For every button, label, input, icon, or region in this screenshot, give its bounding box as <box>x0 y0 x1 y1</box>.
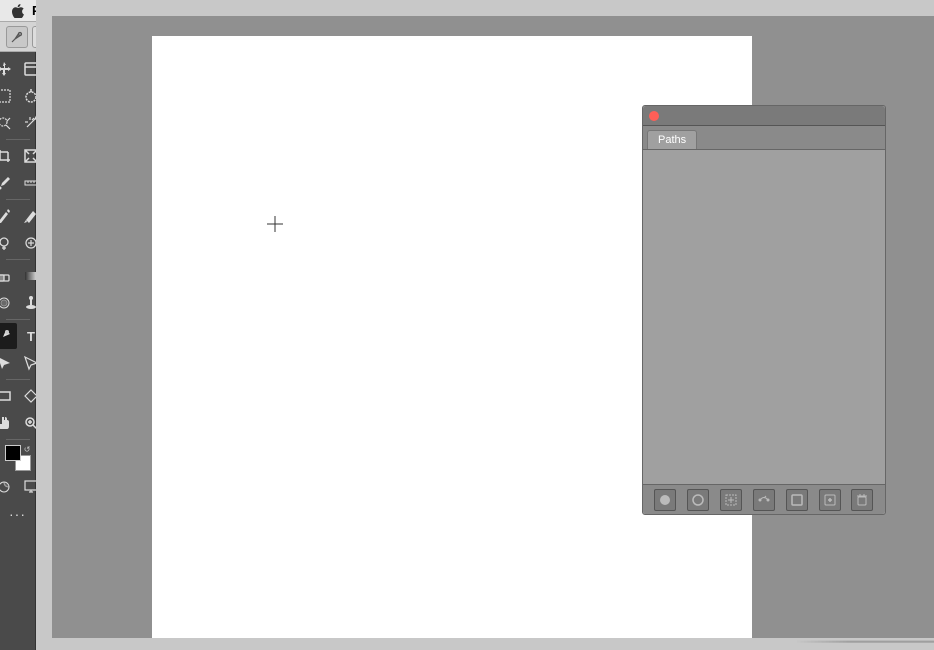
rectangular-marquee-tool[interactable] <box>0 83 17 109</box>
toolbar-sep-4 <box>6 319 30 320</box>
toolbar-sep-6 <box>6 439 30 440</box>
paths-panel-close-button[interactable] <box>649 111 659 121</box>
paths-panel-body[interactable] <box>643 150 885 484</box>
quick-select-tool[interactable] <box>0 110 17 136</box>
toolbar-sep-1 <box>6 139 30 140</box>
brush-tool[interactable] <box>0 203 17 229</box>
eyedropper-tool[interactable] <box>0 170 17 196</box>
vertical-ruler-canvas <box>36 16 52 638</box>
toolbar-sep-3 <box>6 259 30 260</box>
make-work-path-button[interactable] <box>753 489 775 511</box>
clone-stamp-tool[interactable] <box>0 230 17 256</box>
paths-panel-tabs: Paths <box>643 126 885 150</box>
crosshair-vertical <box>275 216 276 232</box>
move-tool[interactable] <box>0 56 17 82</box>
blur-tool[interactable] <box>0 290 17 316</box>
apple-icon[interactable] <box>8 1 28 21</box>
add-mask-button[interactable] <box>786 489 808 511</box>
new-path-button[interactable] <box>819 489 841 511</box>
load-selection-button[interactable] <box>720 489 742 511</box>
paths-panel-footer <box>643 484 885 514</box>
crop-tool[interactable] <box>0 143 17 169</box>
pen-tool[interactable] <box>0 323 17 349</box>
foreground-color-swatch[interactable] <box>5 445 21 461</box>
reset-colors-icon[interactable]: ↺ <box>24 445 31 454</box>
stroke-path-button[interactable] <box>687 489 709 511</box>
toolbar-sep-5 <box>6 379 30 380</box>
delete-path-button[interactable] <box>851 489 873 511</box>
color-swatches[interactable]: ↺ <box>5 445 31 471</box>
more-tools[interactable]: ··· <box>5 501 31 527</box>
left-ruler <box>36 16 52 638</box>
cursor-crosshair <box>267 216 283 232</box>
type-icon: T <box>27 329 35 344</box>
toolbar: T <box>0 52 36 650</box>
canvas-window: Untitled-1 @ 50% (RGB/8) « <box>36 0 934 650</box>
paths-tab[interactable]: Paths <box>647 130 697 149</box>
paths-panel: Paths <box>642 105 886 515</box>
ellipsis-icon: ··· <box>9 506 26 522</box>
hand-tool[interactable] <box>0 410 17 436</box>
rectangle-tool[interactable] <box>0 383 17 409</box>
quick-mask-mode[interactable] <box>0 474 17 500</box>
eraser-tool[interactable] <box>0 263 17 289</box>
path-selection-tool[interactable] <box>0 350 17 376</box>
paths-panel-titlebar <box>643 106 885 126</box>
fill-path-button[interactable] <box>654 489 676 511</box>
main-area: T <box>0 52 934 650</box>
toolbar-sep-2 <box>6 199 30 200</box>
pen-tool-icon-btn[interactable] <box>6 26 28 48</box>
